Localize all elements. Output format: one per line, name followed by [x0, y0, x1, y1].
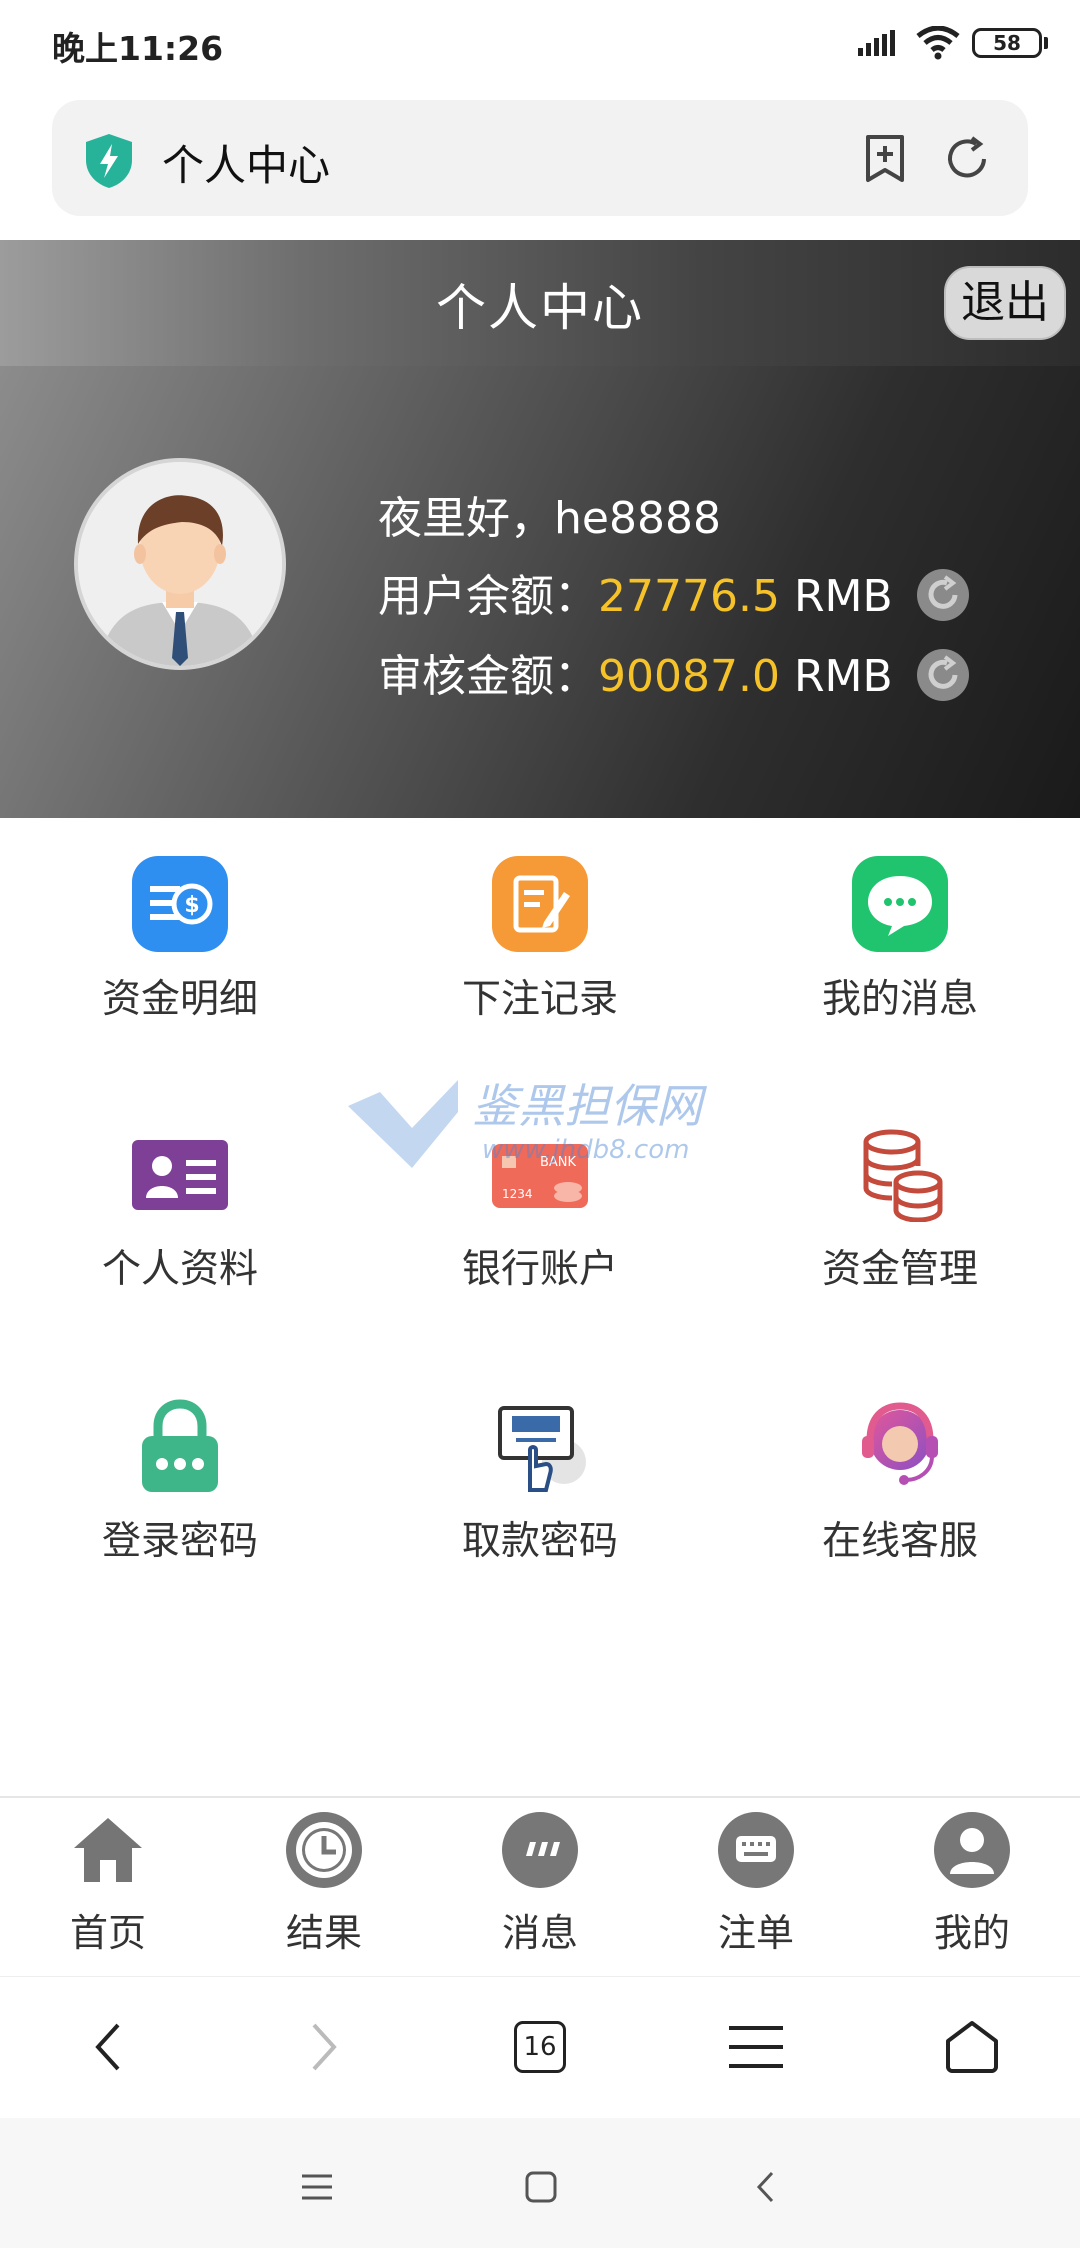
menu-label: 登录密码 — [101, 1519, 258, 1564]
menu-item-fund-detail[interactable]: $ 资金明细 — [0, 856, 360, 1024]
avatar-man-icon — [78, 462, 282, 666]
svg-text:$: $ — [184, 893, 199, 918]
tab-results[interactable]: 结果 — [216, 1812, 432, 1957]
chevron-right-icon — [312, 2023, 337, 2071]
menu-label: 下注记录 — [461, 977, 618, 1022]
menu-item-my-messages[interactable]: 我的消息 — [720, 856, 1080, 1024]
menu-item-withdraw-password[interactable]: 取款密码 — [360, 1398, 720, 1566]
review-row: 审核金额：90087.0 RMB — [378, 640, 969, 705]
hamburger-icon — [729, 2026, 783, 2068]
page-title: 个人中心 — [436, 279, 644, 337]
avatar[interactable] — [74, 458, 286, 670]
menu-label: 个人资料 — [101, 1247, 258, 1292]
menu-item-login-password[interactable]: 登录密码 — [0, 1398, 360, 1566]
balance-row: 用户余额：27776.5 RMB — [378, 560, 969, 625]
watermark-url: www.jhdb8.com — [482, 1135, 689, 1165]
chevron-left-icon — [95, 2023, 120, 2071]
coin-stack-icon — [852, 1126, 948, 1223]
bet-record-icon — [492, 856, 588, 952]
home-page-button[interactable] — [864, 1976, 1080, 2118]
menu-item-personal-info[interactable]: 个人资料 — [0, 1126, 360, 1294]
atm-icon — [492, 1398, 588, 1494]
recents-icon[interactable] — [300, 2172, 334, 2202]
menu-item-online-service[interactable]: 在线客服 — [720, 1398, 1080, 1566]
review-label: 审核金额： — [378, 651, 598, 702]
tab-label: 注单 — [717, 1911, 794, 1955]
chat-icon — [502, 1812, 578, 1888]
battery-indicator: 58 — [972, 28, 1042, 58]
menu-label: 在线客服 — [821, 1519, 978, 1564]
tab-label: 我的 — [933, 1911, 1010, 1955]
browser-home-icon — [946, 2021, 998, 2073]
bookmark-add-icon[interactable] — [862, 134, 908, 184]
home-icon — [70, 1812, 146, 1888]
shield-icon — [86, 134, 132, 188]
message-icon — [852, 856, 948, 952]
menu-label: 资金明细 — [101, 977, 258, 1022]
menu-item-fund-management[interactable]: 资金管理 — [720, 1126, 1080, 1294]
watermark-title: 鉴黑担保网 — [472, 1079, 708, 1133]
wifi-icon — [916, 26, 960, 60]
tab-label: 首页 — [69, 1911, 146, 1955]
menu-label: 我的消息 — [821, 977, 978, 1022]
user-icon — [934, 1812, 1010, 1888]
tab-mine[interactable]: 我的 — [864, 1812, 1080, 1957]
menu-label: 银行账户 — [461, 1247, 618, 1292]
tabs-button[interactable]: 16 — [432, 1976, 648, 2118]
greeting-text: 夜里好，he8888 — [378, 493, 721, 544]
menu-button[interactable] — [648, 1976, 864, 2118]
logout-button[interactable]: 退出 — [944, 266, 1066, 340]
money-detail-icon: $ — [132, 856, 228, 952]
review-refresh-icon[interactable] — [916, 649, 969, 701]
balance-refresh-icon[interactable] — [916, 569, 969, 621]
menu-item-bet-record[interactable]: 下注记录 — [360, 856, 720, 1024]
tab-home[interactable]: 首页 — [0, 1812, 216, 1957]
watermark: 鉴黑担保网 www.jhdb8.com — [340, 1050, 720, 1214]
refresh-icon[interactable] — [942, 134, 992, 184]
system-home-icon[interactable] — [524, 2170, 558, 2204]
tab-messages[interactable]: 消息 — [432, 1812, 648, 1957]
balance-label: 用户余额： — [378, 571, 598, 622]
review-value: 90087.0 — [598, 651, 780, 702]
signal-icon — [858, 30, 895, 56]
system-back-icon[interactable] — [754, 2170, 778, 2204]
watermark-logo-icon — [348, 1080, 458, 1168]
back-button[interactable] — [0, 1976, 216, 2118]
clock-icon — [286, 1812, 362, 1888]
menu-label: 取款密码 — [461, 1519, 618, 1564]
lock-icon — [132, 1398, 228, 1494]
tab-label: 消息 — [501, 1911, 578, 1955]
profile-card-icon — [132, 1126, 228, 1222]
status-time: 晚上11:26 — [52, 29, 224, 68]
headset-icon — [852, 1398, 948, 1494]
forward-button[interactable] — [216, 1976, 432, 2118]
tab-bet-slip[interactable]: 注单 — [648, 1812, 864, 1957]
battery-tip — [1044, 37, 1048, 49]
tab-label: 结果 — [285, 1911, 362, 1955]
address-title: 个人中心 — [162, 141, 331, 190]
balance-value: 27776.5 — [598, 571, 780, 622]
tab-count: 16 — [514, 2021, 566, 2073]
menu-label: 资金管理 — [821, 1247, 978, 1292]
balance-unit: RMB — [793, 571, 893, 622]
review-unit: RMB — [793, 651, 893, 702]
bet-slip-icon — [718, 1812, 794, 1888]
